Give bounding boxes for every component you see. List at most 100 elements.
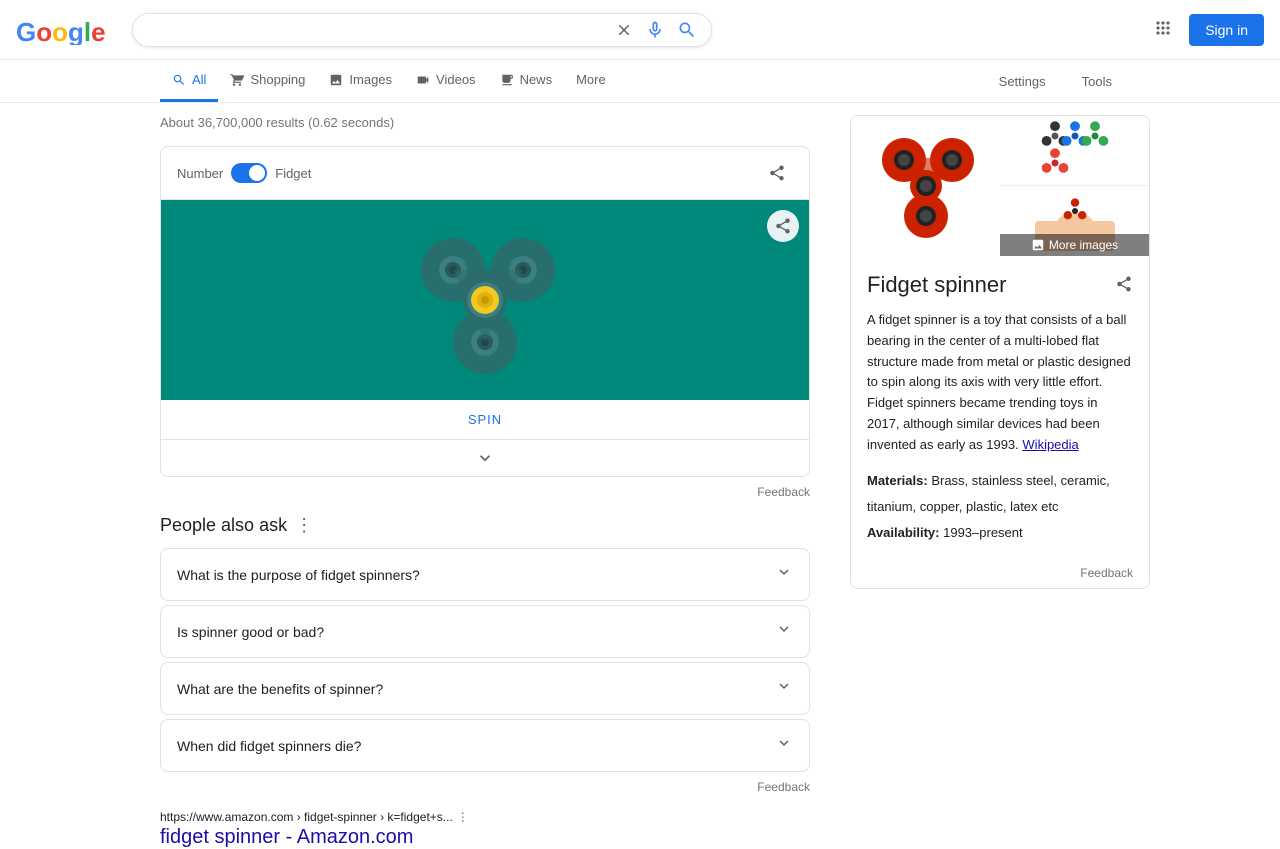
amazon-result-title[interactable]: fidget spinner - Amazon.com [160,826,413,848]
search-input[interactable]: fidget spinner [147,21,607,39]
knowledge-panel-meta: Materials: Brass, stainless steel, ceram… [867,468,1133,546]
side-image-top[interactable] [1000,116,1149,186]
tab-shopping[interactable]: Shopping [218,60,317,102]
canvas-share-button[interactable] [767,210,799,242]
fidget-label: Fidget [275,166,311,181]
knowledge-panel-title-row: Fidget spinner [867,272,1133,298]
tab-news[interactable]: News [488,60,565,102]
spinner-canvas[interactable] [161,200,809,400]
more-images-label: More images [1049,238,1118,252]
tab-all[interactable]: All [160,60,218,102]
knowledge-panel-body: Fidget spinner A fidget spinner is a toy… [851,256,1149,562]
paa-title-row: People also ask ⋮ [160,515,810,536]
side-image-bottom[interactable]: More images [1000,186,1149,256]
knowledge-panel-title: Fidget spinner [867,272,1006,298]
search-bar: fidget spinner [132,13,712,47]
spinner-feedback[interactable]: Feedback [160,485,810,499]
spinner-widget-header: Number Fidget [161,147,809,200]
search-button[interactable] [677,20,697,40]
settings-link[interactable]: Settings [991,62,1054,101]
images-icon [329,73,343,87]
close-icon [615,21,633,39]
materials-row: Materials: Brass, stainless steel, ceram… [867,468,1133,520]
tab-more-label: More [576,72,606,87]
tab-shopping-label: Shopping [250,72,305,87]
knowledge-panel-share-button[interactable] [1115,275,1133,296]
videos-icon [416,73,430,87]
expand-row[interactable] [161,440,809,476]
search-icon-small [172,73,186,87]
availability-value: 1993–present [943,525,1023,540]
share-icon-panel [1115,275,1133,293]
search-icon [677,20,697,40]
paa-chevron-3 [775,734,793,757]
tab-videos-label: Videos [436,72,476,87]
toggle-knob [249,165,265,181]
paa-question-0: What is the purpose of fidget spinners? [177,567,420,583]
tab-images[interactable]: Images [317,60,404,102]
colorful-spinners-img [1035,121,1115,181]
chevron-down-icon [475,448,495,468]
right-column: More images Fidget spinner A fidget [850,115,1150,849]
result-url-row: https://www.amazon.com › fidget-spinner … [160,810,810,824]
wikipedia-link[interactable]: Wikipedia [1022,437,1078,452]
paa-chevron-1 [775,620,793,643]
microphone-icon [645,20,665,40]
more-images-overlay[interactable]: More images [1000,234,1149,256]
paa-item-2[interactable]: What are the benefits of spinner? [160,662,810,715]
paa-question-2: What are the benefits of spinner? [177,681,383,697]
result-url-text: https://www.amazon.com › fidget-spinner … [160,810,453,824]
paa-chevron-0 [775,563,793,586]
people-also-ask-section: People also ask ⋮ What is the purpose of… [160,515,810,772]
result-options-button[interactable]: ⋮ [457,810,469,824]
side-images: More images [1000,116,1149,256]
nav-tabs: All Shopping Images Videos News More Set… [0,60,1280,103]
knowledge-panel-description: A fidget spinner is a toy that consists … [867,310,1133,456]
paa-options-button[interactable]: ⋮ [295,515,313,536]
paa-item-3[interactable]: When did fidget spinners die? [160,719,810,772]
spin-button-row: SPIN [161,400,809,440]
clear-search-button[interactable] [615,21,633,39]
fidget-spinner-main-img [871,131,981,241]
share-icon-canvas [774,217,792,235]
toggle-container: Number Fidget [177,163,311,183]
google-logo[interactable]: Google [16,15,108,45]
number-label: Number [177,166,223,181]
chevron-down-icon-paa2 [775,677,793,695]
tab-more[interactable]: More [564,60,618,102]
knowledge-panel-images[interactable]: More images [851,116,1149,256]
sign-in-button[interactable]: Sign in [1189,14,1264,46]
toggle-switch[interactable] [231,163,267,183]
availability-row: Availability: 1993–present [867,520,1133,546]
tab-videos[interactable]: Videos [404,60,488,102]
result-count: About 36,700,000 results (0.62 seconds) [160,115,810,130]
header: Google fidget spinner [0,0,1280,60]
paa-question-1: Is spinner good or bad? [177,624,324,640]
chevron-down-icon-paa3 [775,734,793,752]
chevron-down-icon-paa0 [775,563,793,581]
knowledge-panel-feedback[interactable]: Feedback [851,562,1149,588]
voice-search-button[interactable] [645,20,665,40]
paa-question-3: When did fidget spinners die? [177,738,361,754]
shopping-icon [230,73,244,87]
main-image[interactable] [851,116,1000,256]
news-icon [500,73,514,87]
fidget-spinner-graphic [395,210,575,390]
paa-item-1[interactable]: Is spinner good or bad? [160,605,810,658]
tab-news-label: News [520,72,553,87]
spin-button[interactable]: SPIN [468,412,502,427]
widget-share-button[interactable] [761,157,793,189]
header-right: Sign in [1145,10,1264,49]
images-icon-overlay [1031,238,1045,252]
share-icon [768,164,786,182]
results-area: About 36,700,000 results (0.62 seconds) … [0,103,1280,849]
tools-link[interactable]: Tools [1074,62,1120,101]
paa-chevron-2 [775,677,793,700]
paa-feedback[interactable]: Feedback [160,780,810,794]
chevron-down-icon-paa1 [775,620,793,638]
apps-button[interactable] [1145,10,1181,49]
paa-title: People also ask [160,515,287,536]
amazon-result: https://www.amazon.com › fidget-spinner … [160,810,810,849]
svg-text:Google: Google [16,17,106,45]
paa-item-0[interactable]: What is the purpose of fidget spinners? [160,548,810,601]
